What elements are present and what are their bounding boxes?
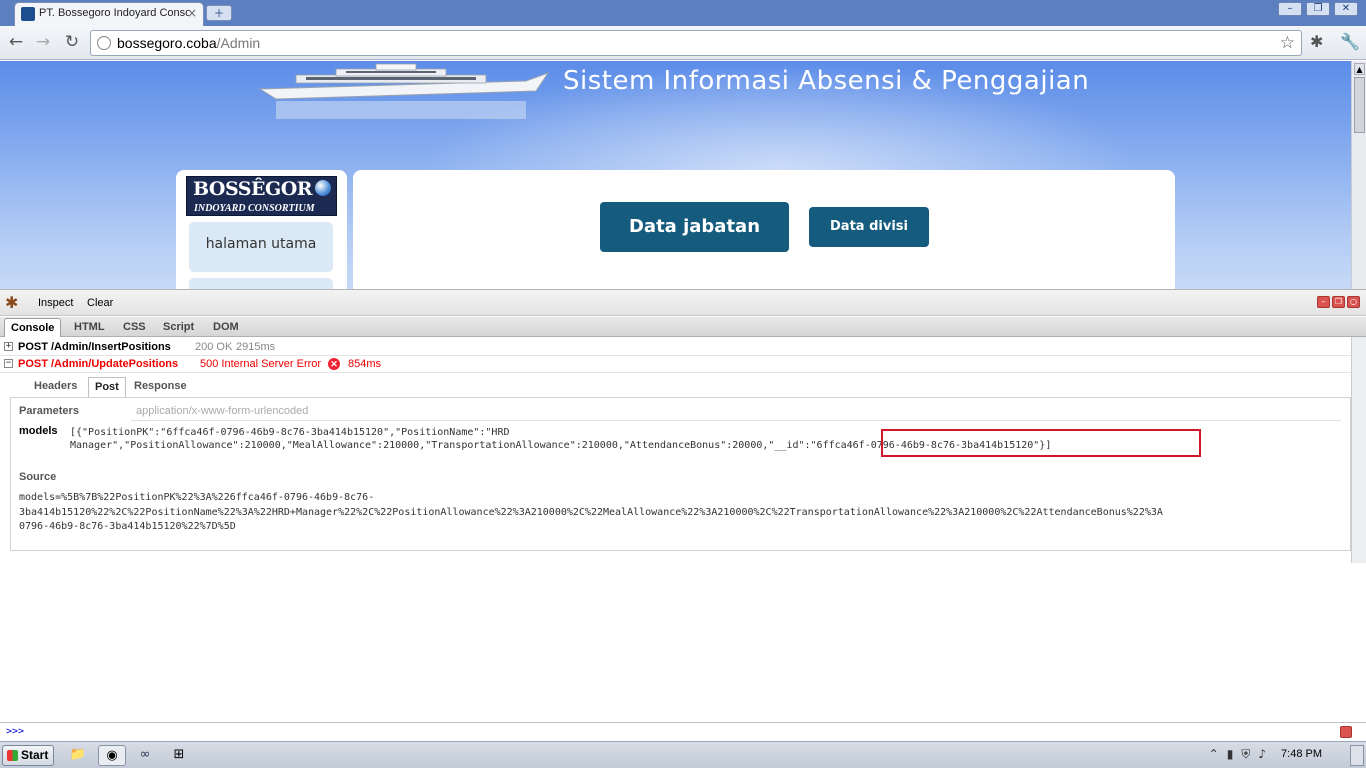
chrome-taskbar-icon[interactable]: ◉: [98, 745, 126, 766]
tray-expand-icon[interactable]: ⌃: [1209, 747, 1219, 762]
url-host: bossegoro.coba: [117, 35, 217, 51]
forward-icon[interactable]: →: [32, 32, 54, 54]
firebug-detach-icon[interactable]: ❐: [1332, 296, 1345, 308]
sidebar-item-halaman-utama[interactable]: halaman utama: [189, 222, 333, 272]
minimize-button[interactable]: –: [1278, 2, 1302, 16]
logo-line1: BOSSÊGOR: [193, 178, 313, 200]
tab-console[interactable]: Console: [4, 318, 62, 337]
app-taskbar-icon[interactable]: ∞: [131, 745, 159, 766]
web-page: Sistem Informasi Absensi & Penggajian BO…: [0, 61, 1351, 289]
command-line[interactable]: >>>: [0, 722, 1366, 742]
firebug-close-icon[interactable]: ○: [1347, 296, 1360, 308]
post-details: Parameters application/x-www-form-urlenc…: [10, 397, 1351, 551]
request-status: 500 Internal Server Error: [200, 358, 322, 370]
explorer-icon[interactable]: 📁: [64, 745, 92, 766]
start-label: Start: [21, 748, 49, 762]
request-time: 2915ms: [236, 341, 276, 353]
firebug-icon[interactable]: ✱: [5, 293, 18, 312]
param-value-line1: [{"PositionPK":"6ffca46f-0796-46b9-8c76-…: [70, 427, 510, 438]
request-time: 854ms: [348, 358, 382, 370]
browser-tabstrip: PT. Bossegoro Indoyard Consortium × + – …: [0, 0, 1366, 26]
source-line1: models=%5B%7B%22PositionPK%22%3A%226ffca…: [19, 492, 375, 503]
subtab-post[interactable]: Post: [88, 377, 126, 397]
windows-logo-icon: [7, 750, 18, 761]
source-line3: 0796-46b9-8c76-3ba414b15120%22%7D%5D: [19, 521, 236, 532]
inspect-button[interactable]: Inspect: [38, 297, 73, 309]
content-type: application/x-www-form-urlencoded: [136, 405, 309, 417]
window-close-button[interactable]: ✕: [1334, 2, 1358, 16]
request-row-error[interactable]: − POST /Admin/UpdatePositions 500 Intern…: [0, 356, 1351, 373]
windows-taskbar-icon[interactable]: ⊞: [165, 745, 193, 766]
source-label: Source: [19, 471, 57, 483]
page-scrollbar[interactable]: ▲: [1351, 61, 1366, 289]
tab-title: PT. Bossegoro Indoyard Consortium: [39, 7, 189, 19]
scroll-thumb[interactable]: [1354, 77, 1365, 133]
expand-command-icon[interactable]: [1340, 726, 1352, 738]
param-name: models: [19, 425, 58, 437]
firebug-extension-icon[interactable]: ✱: [1310, 32, 1323, 51]
expand-toggle-icon[interactable]: +: [4, 342, 13, 351]
tab-css[interactable]: CSS: [117, 318, 152, 337]
browser-toolbar: ← → ↻ bossegoro.coba/Admin ☆ ✱ 🔧: [0, 26, 1366, 60]
scroll-up-icon[interactable]: ▲: [1354, 63, 1365, 75]
wrench-icon[interactable]: 🔧: [1340, 32, 1360, 51]
firebug-window-controls: – ❐ ○: [1317, 296, 1360, 308]
request-subtabs: Headers Post Response: [0, 377, 1351, 397]
main-panel: Data jabatan Data divisi: [353, 170, 1175, 289]
logo-globe-icon: [315, 180, 331, 196]
tab-dom[interactable]: DOM: [207, 318, 245, 337]
tab-html[interactable]: HTML: [68, 318, 111, 337]
url-text[interactable]: bossegoro.coba/Admin: [117, 35, 260, 51]
show-desktop-button[interactable]: [1350, 745, 1364, 766]
source-line2: 3ba414b15120%22%2C%22PositionName%22%3A%…: [19, 507, 1163, 518]
clock[interactable]: 7:48 PM: [1281, 748, 1322, 760]
back-icon[interactable]: ←: [5, 32, 27, 54]
request-status: 200 OK: [195, 341, 233, 353]
request-label[interactable]: POST /Admin/UpdatePositions: [18, 358, 178, 370]
firebug-tabs: Console HTML CSS Script DOM: [0, 317, 1366, 337]
command-prompt: >>>: [6, 726, 25, 737]
sidebar-item-next[interactable]: [189, 278, 333, 289]
error-icon: ✕: [328, 358, 340, 370]
subtab-headers[interactable]: Headers: [28, 377, 83, 397]
globe-icon: [97, 36, 111, 50]
data-divisi-button[interactable]: Data divisi: [809, 207, 929, 247]
data-jabatan-button[interactable]: Data jabatan: [600, 202, 789, 252]
taskbar: Start 📁 ◉ ∞ ⊞ ⌃ ▮ ⛨ ♪ 7:48 PM: [0, 741, 1366, 768]
divider: [131, 420, 1341, 421]
firebug-scrollbar[interactable]: [1351, 337, 1366, 563]
site-title: Sistem Informasi Absensi & Penggajian: [563, 66, 1090, 96]
clear-button[interactable]: Clear: [87, 297, 113, 309]
address-bar[interactable]: bossegoro.coba/Admin ☆: [90, 30, 1302, 56]
volume-icon[interactable]: ♪: [1258, 747, 1266, 762]
parameters-label: Parameters: [19, 405, 79, 417]
highlight-box: [881, 429, 1201, 457]
new-tab-button[interactable]: +: [206, 5, 232, 21]
firebug-panel: ✱ Inspect Clear – ❐ ○ Console HTML CSS S…: [0, 289, 1366, 742]
window-controls: – ❐ ✕: [1278, 2, 1358, 16]
security-icon[interactable]: ⛨: [1241, 747, 1250, 762]
firebug-minimize-icon[interactable]: –: [1317, 296, 1330, 308]
sidebar-panel: BOSSÊGOR INDOYARD CONSORTIUM halaman uta…: [176, 170, 347, 289]
logo-line2: INDOYARD CONSORTIUM: [194, 203, 315, 214]
collapse-toggle-icon[interactable]: −: [4, 359, 13, 368]
browser-tab[interactable]: PT. Bossegoro Indoyard Consortium ×: [14, 2, 204, 26]
request-row[interactable]: + POST /Admin/InsertPositions 200 OK 291…: [0, 339, 1351, 356]
request-label[interactable]: POST /Admin/InsertPositions: [18, 341, 171, 353]
firebug-toolbar: ✱ Inspect Clear – ❐ ○: [0, 290, 1366, 316]
system-tray: ⌃ ▮ ⛨ ♪: [1209, 747, 1266, 762]
tab-script[interactable]: Script: [157, 318, 200, 337]
company-logo: BOSSÊGOR INDOYARD CONSORTIUM: [186, 176, 337, 216]
network-icon[interactable]: ▮: [1227, 747, 1234, 762]
url-path: /Admin: [216, 35, 261, 51]
subtab-response[interactable]: Response: [128, 377, 193, 397]
site-favicon-icon: [21, 7, 35, 21]
reload-icon[interactable]: ↻: [61, 32, 83, 54]
start-button[interactable]: Start: [2, 745, 54, 766]
yacht-image: [258, 63, 550, 119]
tab-close-icon[interactable]: ×: [187, 6, 197, 20]
restore-button[interactable]: ❐: [1306, 2, 1330, 16]
bookmark-star-icon[interactable]: ☆: [1280, 33, 1295, 53]
